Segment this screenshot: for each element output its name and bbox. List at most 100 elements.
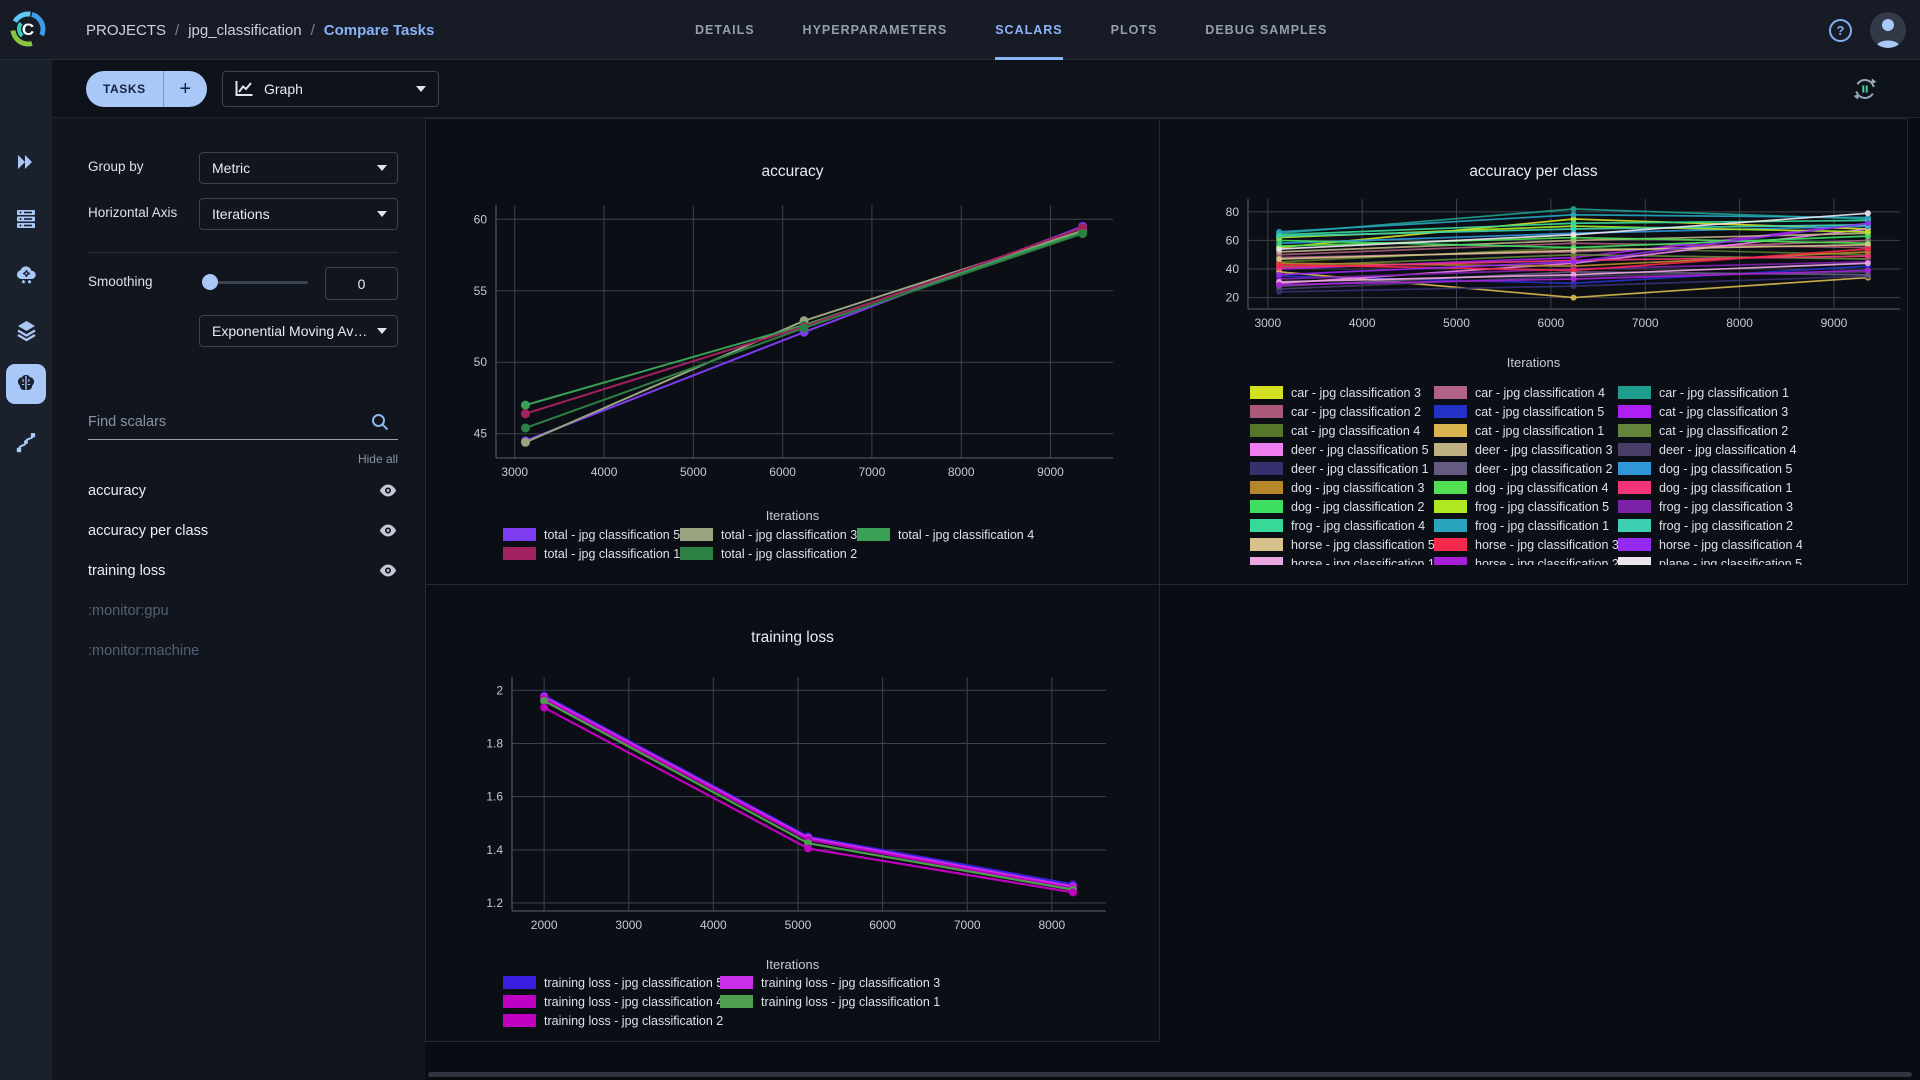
legend-item[interactable]: horse - jpg classification 4 [1618, 535, 1802, 554]
smoothing-slider-handle[interactable] [202, 274, 218, 290]
datasets-layers-icon [16, 320, 36, 341]
breadcrumb-separator: / [175, 21, 180, 39]
legend-item[interactable]: deer - jpg classification 4 [1618, 440, 1802, 459]
hide-all-link[interactable]: Hide all [358, 452, 398, 466]
svg-text:50: 50 [474, 355, 488, 369]
tab-details[interactable]: DETAILS [695, 0, 755, 60]
legend-item[interactable]: cat - jpg classification 1 [1434, 421, 1618, 440]
search-icon[interactable] [370, 412, 390, 432]
metric-row-accuracy-per-class[interactable]: accuracy per class [52, 511, 425, 551]
legend-item[interactable]: dog - jpg classification 1 [1618, 478, 1802, 497]
tasks-button[interactable]: TASKS [86, 71, 164, 107]
legend-swatch [1618, 557, 1651, 565]
legend-item[interactable]: car - jpg classification 1 [1618, 383, 1802, 402]
legend-item[interactable]: cat - jpg classification 4 [1250, 421, 1434, 440]
legend-item[interactable]: dog - jpg classification 5 [1618, 459, 1802, 478]
nav-rail [0, 60, 52, 1080]
legend-item[interactable]: horse - jpg classification 1 [1250, 554, 1435, 565]
accuracy-per-class-plot[interactable]: 3000 4000 5000 6000 7000 8000 9000 20 40 60 80 [1160, 191, 1909, 349]
svg-text:60: 60 [474, 212, 488, 226]
add-task-button[interactable]: + [164, 71, 207, 107]
sidebar-item-projects[interactable] [4, 140, 48, 184]
metric-row-monitor-gpu[interactable]: :monitor:gpu [52, 591, 425, 631]
legend-item[interactable]: car - jpg classification 4 [1434, 383, 1618, 402]
svg-text:4000: 4000 [591, 465, 618, 479]
horizontal-axis-select[interactable]: Iterations [199, 198, 398, 230]
metric-row-accuracy[interactable]: accuracy [52, 471, 425, 511]
legend-item[interactable]: total - jpg classification 5 [503, 525, 680, 544]
legend-item[interactable]: total - jpg classification 4 [857, 525, 1034, 544]
svg-text:4000: 4000 [700, 918, 727, 932]
legend-item[interactable]: training loss - jpg classification 5 [503, 973, 723, 992]
tab-hyperparameters[interactable]: HYPERPARAMETERS [803, 0, 948, 60]
legend-label: car - jpg classification 2 [1291, 404, 1421, 419]
legend-item[interactable]: total - jpg classification 2 [680, 544, 857, 563]
sidebar-item-models[interactable] [6, 364, 46, 404]
legend-item[interactable]: cat - jpg classification 3 [1618, 402, 1802, 421]
breadcrumb-projects[interactable]: PROJECTS [86, 22, 166, 39]
legend-label: cat - jpg classification 2 [1659, 423, 1789, 438]
svg-text:1.2: 1.2 [486, 896, 503, 910]
legend-item[interactable]: dog - jpg classification 4 [1434, 478, 1618, 497]
horizontal-scrollbar[interactable] [428, 1072, 1912, 1077]
tab-plots[interactable]: PLOTS [1111, 0, 1158, 60]
legend-item[interactable]: frog - jpg classification 4 [1250, 516, 1434, 535]
legend-swatch [1618, 405, 1651, 418]
visibility-eye-icon[interactable] [378, 523, 398, 538]
legend-swatch [1618, 481, 1651, 494]
sidebar-item-pipelines[interactable] [4, 420, 48, 464]
legend-item[interactable]: deer - jpg classification 5 [1250, 440, 1434, 459]
legend-item[interactable]: horse - jpg classification 3 [1434, 535, 1619, 554]
legend-label: deer - jpg classification 2 [1475, 461, 1613, 476]
legend-item[interactable]: horse - jpg classification 5 [1250, 535, 1435, 554]
legend-item[interactable]: total - jpg classification 3 [680, 525, 857, 544]
view-mode-select[interactable]: Graph [222, 71, 439, 107]
auto-refresh-toggle-icon[interactable] [1852, 76, 1878, 102]
help-icon[interactable]: ? [1829, 18, 1852, 42]
legend-item[interactable]: training loss - jpg classification 3 [720, 973, 940, 992]
legend-item[interactable]: horse - jpg classification 2 [1434, 554, 1619, 565]
smoothing-value-input[interactable] [325, 267, 398, 300]
accuracy-plot[interactable]: 3000 4000 5000 6000 7000 8000 9000 45 50 55 60 [426, 189, 1161, 504]
tab-scalars[interactable]: SCALARS [995, 0, 1063, 60]
legend-item[interactable]: training loss - jpg classification 4 [503, 992, 723, 1011]
legend-item[interactable]: deer - jpg classification 1 [1250, 459, 1434, 478]
legend-item[interactable]: cat - jpg classification 5 [1434, 402, 1618, 421]
legend-item[interactable]: frog - jpg classification 2 [1618, 516, 1802, 535]
legend-swatch [1434, 424, 1467, 437]
legend-item[interactable]: deer - jpg classification 3 [1434, 440, 1618, 459]
tab-debug-samples[interactable]: DEBUG SAMPLES [1205, 0, 1327, 60]
svg-text:1.6: 1.6 [486, 790, 503, 804]
group-by-select[interactable]: Metric [199, 152, 398, 184]
legend-item[interactable]: total - jpg classification 1 [503, 544, 680, 563]
legend-item[interactable]: car - jpg classification 2 [1250, 402, 1434, 421]
legend-item[interactable]: frog - jpg classification 3 [1618, 497, 1802, 516]
visibility-eye-icon[interactable] [378, 563, 398, 578]
metric-row-training-loss[interactable]: training loss [52, 551, 425, 591]
legend-item[interactable]: car - jpg classification 3 [1250, 383, 1434, 402]
legend-item[interactable]: dog - jpg classification 3 [1250, 478, 1434, 497]
legend-item[interactable]: cat - jpg classification 2 [1618, 421, 1802, 440]
breadcrumb-project-name[interactable]: jpg_classification [188, 22, 301, 39]
clearml-logo-icon[interactable]: C [8, 9, 48, 49]
sidebar-item-queues[interactable] [4, 196, 48, 240]
legend-item[interactable]: deer - jpg classification 2 [1434, 459, 1618, 478]
svg-text:5000: 5000 [680, 465, 707, 479]
user-avatar[interactable] [1870, 12, 1906, 48]
visibility-eye-icon[interactable] [378, 483, 398, 498]
legend-label: frog - jpg classification 4 [1291, 518, 1426, 533]
legend-item[interactable]: frog - jpg classification 1 [1434, 516, 1618, 535]
sidebar-item-workers[interactable] [4, 252, 48, 296]
smoothing-type-select[interactable]: Exponential Moving Av… [199, 315, 398, 347]
legend-item[interactable]: training loss - jpg classification 2 [503, 1011, 723, 1030]
training-loss-plot[interactable]: 2000 3000 4000 5000 6000 7000 8000 1.2 1.4 1.6 1.8… [426, 655, 1161, 953]
metric-row-monitor-machine[interactable]: :monitor:machine [52, 631, 425, 671]
smoothing-slider[interactable] [205, 281, 308, 284]
legend-item[interactable]: dog - jpg classification 2 [1250, 497, 1434, 516]
sidebar-item-datasets[interactable] [4, 308, 48, 352]
legend-item[interactable]: plane - jpg classification 5 [1618, 554, 1802, 565]
legend-item[interactable]: frog - jpg classification 5 [1434, 497, 1618, 516]
legend-item[interactable]: training loss - jpg classification 1 [720, 992, 940, 1011]
find-scalars-input[interactable] [88, 410, 398, 440]
legend-label: frog - jpg classification 3 [1659, 499, 1794, 514]
